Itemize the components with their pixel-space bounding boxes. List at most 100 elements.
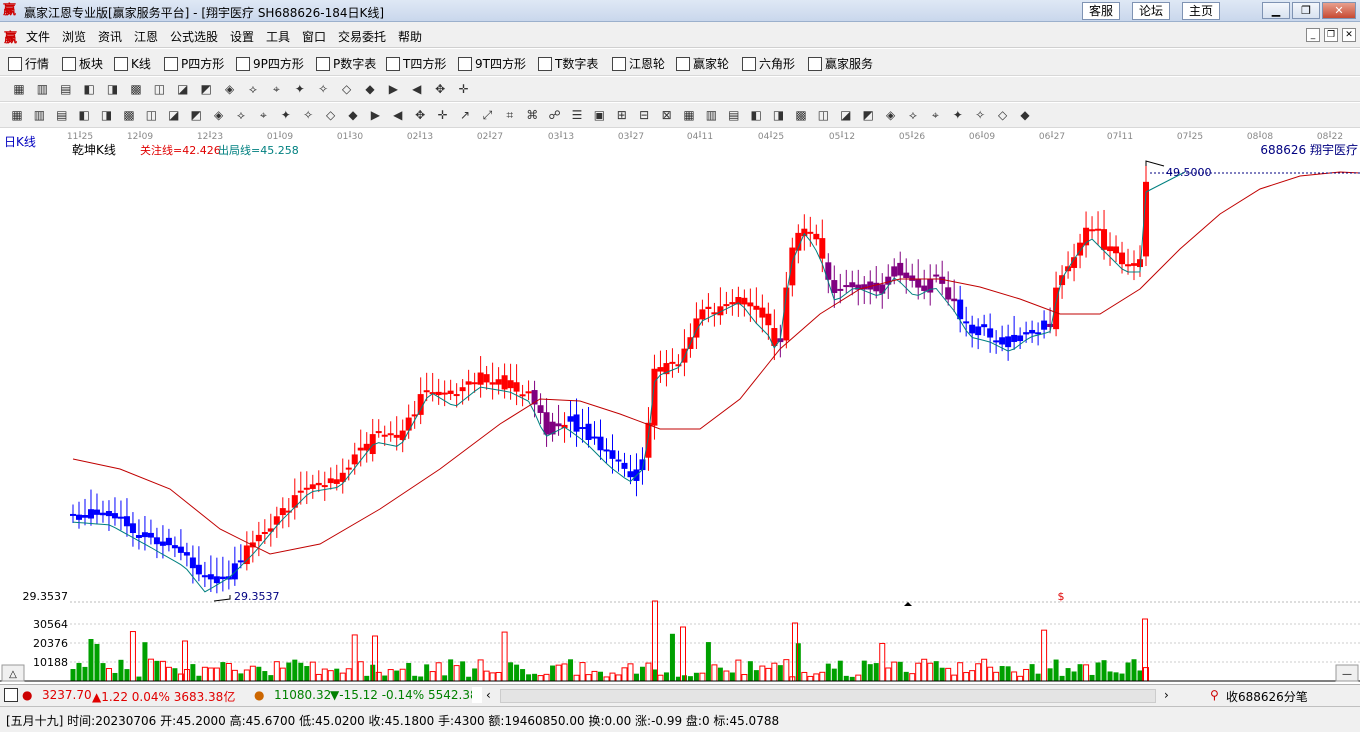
collect-ticks-label[interactable]: 收688626分笔 bbox=[1226, 688, 1308, 705]
analysis-icon-27[interactable]: ▣ bbox=[592, 108, 606, 122]
analysis-icon-33[interactable]: ▤ bbox=[727, 108, 741, 122]
tool-icon-2[interactable]: ▥ bbox=[35, 82, 49, 96]
menu-browse[interactable]: 浏览 bbox=[62, 28, 86, 45]
scroll-left-icon[interactable]: ‹ bbox=[486, 688, 491, 702]
menu-gann[interactable]: 江恩 bbox=[134, 28, 158, 45]
analysis-icon-43[interactable]: ✦ bbox=[951, 108, 965, 122]
menu-tools[interactable]: 工具 bbox=[266, 28, 290, 45]
analysis-icon-17[interactable]: ▶ bbox=[368, 108, 382, 122]
toolbar-grid-button[interactable]: 行情 bbox=[8, 55, 49, 72]
analysis-icon-21[interactable]: ↗ bbox=[458, 108, 472, 122]
analysis-icon-23[interactable]: ⌗ bbox=[503, 108, 517, 122]
toolbar-blocks-button[interactable]: 板块 bbox=[62, 55, 103, 72]
toolbar-hexagon-button[interactable]: 六角形 bbox=[742, 55, 795, 72]
analysis-icon-7[interactable]: ◫ bbox=[144, 108, 158, 122]
tool-icon-6[interactable]: ▩ bbox=[129, 82, 143, 96]
kline-chart-panel[interactable]: 11-25 12-09 12-23 01-09 01-30 02-13 02-27 03-13… bbox=[0, 129, 1360, 683]
mdi-close-icon[interactable]: ✕ bbox=[1342, 28, 1356, 42]
toolbar-candle-button[interactable]: K线 bbox=[114, 55, 151, 72]
mdi-restore-icon[interactable]: ❐ bbox=[1324, 28, 1338, 42]
analysis-icon-2[interactable]: ▥ bbox=[32, 108, 46, 122]
customer-service-button[interactable]: 客服 bbox=[1082, 2, 1121, 20]
menu-trade[interactable]: 交易委托 bbox=[338, 28, 386, 45]
analysis-icon-9[interactable]: ◩ bbox=[189, 108, 203, 122]
tool-icon-5[interactable]: ◨ bbox=[106, 82, 120, 96]
analysis-icon-41[interactable]: ⟡ bbox=[906, 108, 920, 122]
toolbar-dollar-button[interactable]: 赢家服务 bbox=[808, 55, 873, 72]
tool-icon-20[interactable]: ✛ bbox=[457, 82, 471, 96]
minus-icon[interactable]: — bbox=[1342, 669, 1352, 680]
toolbar-ps-button[interactable]: P四方形 bbox=[164, 55, 224, 72]
close-icon[interactable]: ✕ bbox=[1322, 2, 1356, 19]
analysis-icon-31[interactable]: ▦ bbox=[682, 108, 696, 122]
tool-icon-9[interactable]: ◩ bbox=[199, 82, 213, 96]
tool-icon-13[interactable]: ✦ bbox=[293, 82, 307, 96]
tool-icon-7[interactable]: ◫ bbox=[152, 82, 166, 96]
kline-chart[interactable]: 11-25 12-09 12-23 01-09 01-30 02-13 02-27 03-13… bbox=[0, 129, 1360, 683]
analysis-icon-5[interactable]: ◨ bbox=[100, 108, 114, 122]
analysis-icon-42[interactable]: ⌖ bbox=[928, 108, 942, 122]
tool-icon-1[interactable]: ▦ bbox=[12, 82, 26, 96]
analysis-icon-4[interactable]: ◧ bbox=[77, 108, 91, 122]
analysis-icon-35[interactable]: ◨ bbox=[772, 108, 786, 122]
analysis-icon-16[interactable]: ◆ bbox=[346, 108, 360, 122]
mdi-minimize-icon[interactable]: _ bbox=[1306, 28, 1320, 42]
analysis-icon-34[interactable]: ◧ bbox=[749, 108, 763, 122]
tool-icon-4[interactable]: ◧ bbox=[82, 82, 96, 96]
toolbar-wheel2-button[interactable]: 赢家轮 bbox=[676, 55, 729, 72]
tool-icon-8[interactable]: ◪ bbox=[176, 82, 190, 96]
analysis-icon-39[interactable]: ◩ bbox=[861, 108, 875, 122]
grid-status-icon[interactable] bbox=[4, 688, 18, 702]
toolbar-t9-button[interactable]: 9T四方形 bbox=[458, 55, 526, 72]
analysis-icon-38[interactable]: ◪ bbox=[839, 108, 853, 122]
tool-icon-14[interactable]: ✧ bbox=[316, 82, 330, 96]
app-menu-icon[interactable]: 赢 bbox=[4, 27, 17, 46]
analysis-icon-22[interactable]: ⤢ bbox=[480, 108, 494, 122]
tool-icon-15[interactable]: ◇ bbox=[340, 82, 354, 96]
analysis-icon-44[interactable]: ✧ bbox=[973, 108, 987, 122]
menu-news[interactable]: 资讯 bbox=[98, 28, 122, 45]
marquee-scrollbar[interactable] bbox=[500, 689, 1156, 703]
analysis-icon-10[interactable]: ◈ bbox=[212, 108, 226, 122]
analysis-icon-1[interactable]: ▦ bbox=[10, 108, 24, 122]
analysis-icon-3[interactable]: ▤ bbox=[55, 108, 69, 122]
analysis-icon-40[interactable]: ◈ bbox=[884, 108, 898, 122]
tool-icon-3[interactable]: ▤ bbox=[59, 82, 73, 96]
toolbar-tn-button[interactable]: T数字表 bbox=[538, 55, 598, 72]
scroll-up-icon[interactable]: △ bbox=[9, 669, 17, 680]
forum-button[interactable]: 论坛 bbox=[1132, 2, 1171, 20]
tool-icon-11[interactable]: ⟡ bbox=[246, 82, 260, 96]
tool-icon-16[interactable]: ◆ bbox=[363, 82, 377, 96]
toolbar-ts-button[interactable]: T四方形 bbox=[386, 55, 446, 72]
menu-file[interactable]: 文件 bbox=[26, 28, 50, 45]
analysis-icon-15[interactable]: ◇ bbox=[324, 108, 338, 122]
analysis-icon-18[interactable]: ◀ bbox=[391, 108, 405, 122]
analysis-icon-46[interactable]: ◆ bbox=[1018, 108, 1032, 122]
toolbar-wheel-button[interactable]: 江恩轮 bbox=[612, 55, 665, 72]
tool-icon-10[interactable]: ◈ bbox=[223, 82, 237, 96]
analysis-icon-29[interactable]: ⊟ bbox=[637, 108, 651, 122]
scroll-right-icon[interactable]: › bbox=[1164, 688, 1169, 702]
analysis-icon-36[interactable]: ▩ bbox=[794, 108, 808, 122]
analysis-icon-13[interactable]: ✦ bbox=[279, 108, 293, 122]
analysis-icon-6[interactable]: ▩ bbox=[122, 108, 136, 122]
analysis-icon-45[interactable]: ◇ bbox=[996, 108, 1010, 122]
menu-settings[interactable]: 设置 bbox=[230, 28, 254, 45]
tool-icon-17[interactable]: ▶ bbox=[386, 82, 400, 96]
menu-window[interactable]: 窗口 bbox=[302, 28, 326, 45]
analysis-icon-8[interactable]: ◪ bbox=[167, 108, 181, 122]
analysis-icon-26[interactable]: ☰ bbox=[570, 108, 584, 122]
analysis-icon-24[interactable]: ⌘ bbox=[525, 108, 539, 122]
analysis-icon-12[interactable]: ⌖ bbox=[256, 108, 270, 122]
analysis-icon-19[interactable]: ✥ bbox=[413, 108, 427, 122]
tool-icon-18[interactable]: ◀ bbox=[410, 82, 424, 96]
toolbar-p9-button[interactable]: 9P四方形 bbox=[236, 55, 304, 72]
analysis-icon-30[interactable]: ⊠ bbox=[660, 108, 674, 122]
minimize-icon[interactable]: ▁ bbox=[1262, 2, 1290, 19]
menu-formula[interactable]: 公式选股 bbox=[170, 28, 218, 45]
analysis-icon-37[interactable]: ◫ bbox=[816, 108, 830, 122]
analysis-icon-25[interactable]: ☍ bbox=[548, 108, 562, 122]
menu-help[interactable]: 帮助 bbox=[398, 28, 422, 45]
analysis-icon-20[interactable]: ✛ bbox=[436, 108, 450, 122]
toolbar-pn-button[interactable]: P数字表 bbox=[316, 55, 376, 72]
